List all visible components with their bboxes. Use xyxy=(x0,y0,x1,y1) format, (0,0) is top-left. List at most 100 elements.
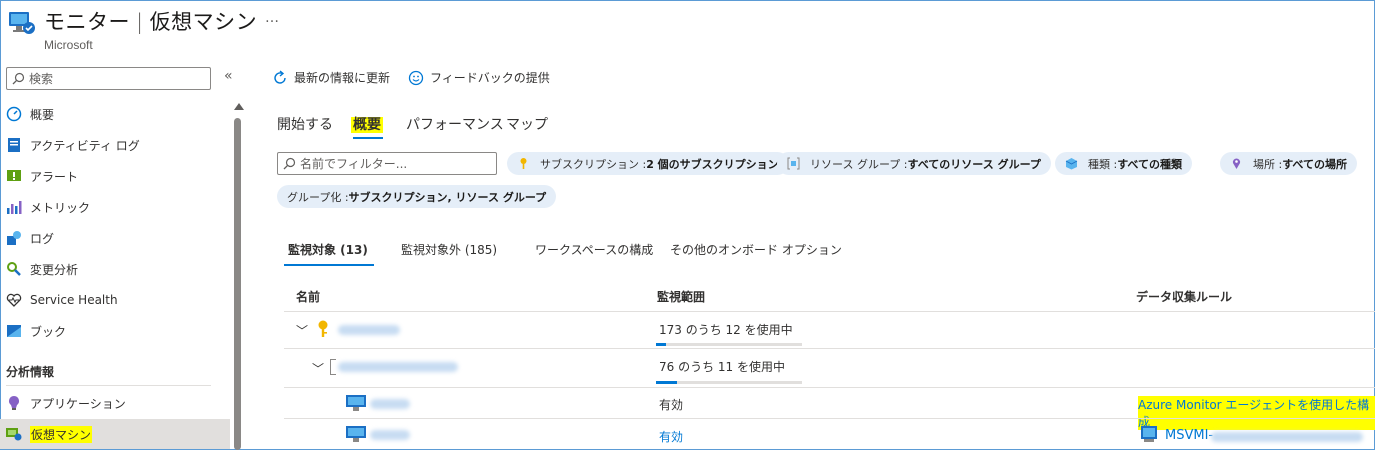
tab-performance[interactable]: パフォーマンス xyxy=(406,114,504,134)
filter-pill-resource-group[interactable]: リソース グループ : すべてのリソース グループ xyxy=(777,152,1051,175)
row-divider xyxy=(284,348,1375,349)
heart-icon xyxy=(6,293,22,307)
page-title: モニター | 仮想マシン xyxy=(44,6,257,36)
location-icon xyxy=(1232,158,1241,169)
active-subtab-indicator xyxy=(284,264,374,266)
coverage-text: 173 のうち 12 を使用中 xyxy=(659,323,793,337)
sidebar-search[interactable] xyxy=(6,67,211,90)
data-collection-rule-icon xyxy=(1141,426,1157,442)
header-divider xyxy=(284,311,1375,312)
virtual-machine-icon xyxy=(6,428,22,441)
sidebar-item-virtual-machines[interactable]: 仮想マシン xyxy=(0,419,230,449)
title-service: モニター xyxy=(44,10,130,34)
search-icon xyxy=(283,157,296,170)
pill-value: 2 個のサブスクリプション xyxy=(646,157,779,171)
metrics-icon xyxy=(7,201,22,214)
refresh-label: 最新の情報に更新 xyxy=(294,71,391,85)
filter-pill-location[interactable]: 場所 : すべての場所 xyxy=(1220,152,1357,175)
dcr-link[interactable]: MSVMI- xyxy=(1165,428,1213,443)
sidebar-item-label: Service Health xyxy=(30,293,118,307)
sidebar-item-label: メトリック xyxy=(30,200,91,215)
tab-overview[interactable]: 概要 xyxy=(351,114,383,134)
filter-pill-type[interactable]: 種類 : すべての種類 xyxy=(1055,152,1192,175)
section-divider xyxy=(6,385,211,386)
key-icon xyxy=(520,158,527,169)
coverage-bar-fill xyxy=(656,343,667,346)
pill-label: グループ化 : xyxy=(287,190,349,204)
name-filter[interactable] xyxy=(277,152,497,175)
workbooks-icon xyxy=(7,325,21,337)
overview-icon xyxy=(6,106,22,122)
pill-value: すべてのリソース グループ xyxy=(907,157,1041,171)
subtab-monitored[interactable]: 監視対象 (13) xyxy=(288,241,368,258)
pill-value: すべての種類 xyxy=(1117,157,1182,171)
row-divider xyxy=(284,387,1375,388)
coverage-bar-fill xyxy=(656,381,678,384)
sidebar-item-label: ブック xyxy=(30,324,67,339)
subtab-other-onboarding[interactable]: その他のオンボード オプション xyxy=(670,241,842,258)
dcr-link[interactable]: Azure Monitor エージェントを使用した構成 xyxy=(1138,396,1375,430)
virtual-machine-icon xyxy=(346,395,366,411)
sidebar-item-metrics[interactable]: メトリック xyxy=(0,192,230,222)
more-actions-button[interactable]: … xyxy=(265,10,280,26)
filter-pill-group-by[interactable]: グループ化 : サブスクリプション, リソース グループ xyxy=(277,185,557,208)
sidebar-item-logs[interactable]: ログ xyxy=(0,223,230,253)
expand-chevron-icon[interactable]: ﹀ xyxy=(312,360,324,377)
sidebar-item-label: 概要 xyxy=(30,107,55,122)
column-header-coverage[interactable]: 監視範囲 xyxy=(657,288,705,305)
sidebar-item-alerts[interactable]: アラート xyxy=(0,161,230,191)
refresh-icon xyxy=(274,69,286,84)
refresh-button[interactable]: 最新の情報に更新 xyxy=(272,69,390,86)
key-icon xyxy=(318,320,328,337)
feedback-button[interactable]: フィードバックの提供 xyxy=(408,69,550,86)
sidebar-item-label: 仮想マシン xyxy=(30,425,93,443)
sidebar-item-activity-log[interactable]: アクティビティ ログ xyxy=(0,130,230,160)
tab-get-started[interactable]: 開始する xyxy=(277,114,333,134)
activity-log-icon xyxy=(8,138,20,152)
collapse-sidebar-button[interactable]: « xyxy=(224,68,233,84)
change-analysis-icon xyxy=(7,262,21,276)
pill-value: すべての場所 xyxy=(1282,157,1347,171)
sidebar-item-label: 変更分析 xyxy=(30,262,79,277)
redacted-dcr-name xyxy=(1211,432,1363,442)
filter-pill-subscription[interactable]: サブスクリプション : 2 個のサブスクリプション xyxy=(507,152,789,175)
scroll-up-arrow[interactable] xyxy=(234,103,244,110)
redacted-vm-name xyxy=(370,430,410,440)
subtab-not-monitored[interactable]: 監視対象外 (185) xyxy=(401,241,497,258)
application-insights-icon xyxy=(9,396,19,410)
coverage-bar xyxy=(656,343,802,346)
cube-icon xyxy=(1065,158,1078,170)
sidebar-item-change-analysis[interactable]: 変更分析 xyxy=(0,254,230,284)
coverage-text: 76 のうち 11 を使用中 xyxy=(659,360,785,374)
column-header-dcr[interactable]: データ収集ルール xyxy=(1136,288,1232,305)
redacted-vm-name xyxy=(370,399,410,409)
sidebar-item-service-health[interactable]: Service Health xyxy=(0,285,230,315)
feedback-label: フィードバックの提供 xyxy=(430,71,550,85)
sidebar-section-insights: 分析情報 xyxy=(6,365,55,379)
sidebar-item-workbooks[interactable]: ブック xyxy=(0,316,230,346)
sidebar-scrollbar[interactable] xyxy=(234,118,241,450)
coverage-bar xyxy=(656,381,802,384)
sidebar-item-application-insights[interactable]: アプリケーション xyxy=(0,388,230,418)
redacted-resource-group-name xyxy=(338,362,458,372)
pill-label: サブスクリプション : xyxy=(540,157,647,171)
page-subtitle: Microsoft xyxy=(44,38,93,52)
active-tab-indicator xyxy=(353,137,383,139)
expand-chevron-icon[interactable]: ﹀ xyxy=(296,322,308,339)
name-filter-input[interactable] xyxy=(300,155,490,172)
sidebar-item-label: ログ xyxy=(30,231,55,246)
pill-label: リソース グループ : xyxy=(810,157,908,171)
alerts-icon xyxy=(7,170,21,181)
tab-map[interactable]: マップ xyxy=(506,114,548,134)
sidebar-search-input[interactable] xyxy=(29,70,204,87)
pill-value: サブスクリプション, リソース グループ xyxy=(348,190,547,204)
smiley-icon xyxy=(408,70,424,85)
sidebar-item-label: アプリケーション xyxy=(30,396,126,411)
coverage-status-link[interactable]: 有効 xyxy=(659,428,683,445)
sidebar-item-label: アラート xyxy=(30,169,79,184)
subtab-configure-workspace[interactable]: ワークスペースの構成 xyxy=(535,241,653,258)
sidebar-item-overview[interactable]: 概要 xyxy=(0,99,230,129)
monitor-vm-icon xyxy=(9,12,35,34)
sidebar-item-label: アクティビティ ログ xyxy=(30,138,140,153)
column-header-name[interactable]: 名前 xyxy=(296,288,320,305)
